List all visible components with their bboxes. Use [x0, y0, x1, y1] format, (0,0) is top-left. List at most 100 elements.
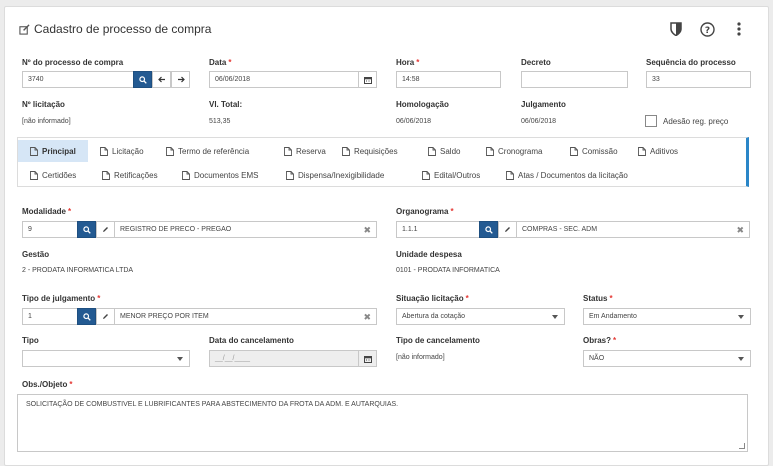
- tipo-select[interactable]: [22, 350, 190, 367]
- search-icon: [484, 225, 493, 234]
- nr-processo-input[interactable]: 3740: [22, 71, 134, 88]
- arrow-left-icon: [157, 76, 165, 83]
- svg-text:?: ?: [704, 26, 709, 36]
- organograma-desc-input[interactable]: COMPRAS - SEC. ADM ✖: [516, 221, 750, 238]
- calendar-icon: [363, 76, 372, 84]
- help-icon[interactable]: ?: [699, 21, 715, 37]
- chevron-down-icon: [552, 315, 558, 319]
- tab-r2-4[interactable]: Edital/Outros: [410, 164, 494, 186]
- shield-icon[interactable]: [668, 21, 684, 37]
- situacao-label: Situação licitação *: [396, 294, 469, 303]
- modalidade-edit-button[interactable]: [96, 221, 115, 238]
- pencil-icon: [103, 314, 108, 319]
- close-icon[interactable]: ✖: [736, 225, 744, 236]
- resize-handle[interactable]: [739, 443, 745, 449]
- tab-r2-2[interactable]: Documentos EMS: [170, 164, 274, 186]
- status-label: Status *: [583, 294, 613, 303]
- hora-input[interactable]: 14:58: [396, 71, 501, 88]
- julgamento-label: Julgamento: [521, 100, 566, 109]
- tab-label: Reserva: [296, 146, 326, 156]
- tipo-julgamento-label: Tipo de julgamento *: [22, 294, 101, 303]
- tab-label: Termo de referência: [178, 146, 250, 156]
- page-title-text: Cadastro de processo de compra: [34, 22, 212, 36]
- document-icon: [342, 146, 350, 156]
- tab-r1-0[interactable]: Principal: [18, 140, 88, 162]
- tab-r1-1[interactable]: Licitação: [88, 140, 154, 162]
- decreto-input[interactable]: [521, 71, 628, 88]
- tab-label: Requisições: [354, 146, 398, 156]
- calendar-button[interactable]: [358, 71, 377, 88]
- tipo-cancel-value: [não informado]: [396, 354, 445, 361]
- tab-label: Principal: [42, 146, 76, 156]
- close-icon[interactable]: ✖: [363, 312, 371, 323]
- status-select[interactable]: Em Andamento: [583, 308, 751, 325]
- nr-licitacao-label: Nº licitação: [22, 100, 65, 109]
- document-icon: [506, 170, 514, 180]
- sequencia-label: Sequência do processo: [646, 58, 736, 67]
- data-cancel-input[interactable]: __/__/____: [209, 350, 359, 367]
- nr-licitacao-value: [não informado]: [22, 118, 71, 125]
- obs-value: SOLICITAÇÃO DE COMBUSTIVEL E LUBRIFICANT…: [26, 401, 399, 408]
- adesao-label: Adesão reg. preço: [663, 117, 729, 126]
- chevron-down-icon: [738, 315, 744, 319]
- gestao-label: Gestão: [22, 250, 50, 259]
- tipo-julgamento-edit-button[interactable]: [96, 308, 115, 325]
- tab-r2-0[interactable]: Certidões: [18, 164, 90, 186]
- next-button[interactable]: [171, 71, 190, 88]
- unidade-label: Unidade despesa: [396, 250, 462, 259]
- search-button[interactable]: [133, 71, 152, 88]
- tab-r1-6[interactable]: Cronograma: [474, 140, 558, 162]
- tipo-julgamento-desc-input[interactable]: MENOR PREÇO POR ITEM ✖: [114, 308, 377, 325]
- modalidade-desc-input[interactable]: REGISTRO DE PRECO - PREGAO ✖: [114, 221, 377, 238]
- situacao-value: Abertura da cotação: [402, 313, 466, 320]
- tab-label: Aditivos: [650, 146, 679, 156]
- data-label: Data *: [209, 58, 232, 67]
- document-icon: [102, 170, 110, 180]
- tab-label: Retificações: [114, 170, 158, 180]
- pencil-icon: [505, 227, 510, 232]
- organograma-desc: COMPRAS - SEC. ADM: [522, 226, 598, 233]
- obras-select[interactable]: NÃO: [583, 350, 751, 367]
- search-icon: [138, 75, 147, 84]
- tipo-julgamento-search-button[interactable]: [77, 308, 96, 325]
- prev-button[interactable]: [152, 71, 171, 88]
- adesao-checkbox[interactable]: [645, 115, 657, 127]
- obs-textarea[interactable]: SOLICITAÇÃO DE COMBUSTIVEL E LUBRIFICANT…: [17, 394, 748, 452]
- organograma-label: Organograma *: [396, 207, 454, 216]
- tab-r1-7[interactable]: Comissão: [558, 140, 626, 162]
- tab-r1-4[interactable]: Requisições: [330, 140, 416, 162]
- tab-label: Licitação: [112, 146, 144, 156]
- situacao-select[interactable]: Abertura da cotação: [396, 308, 565, 325]
- vl-total-value: 513,35: [209, 118, 231, 125]
- tab-label: Edital/Outros: [434, 170, 481, 180]
- obras-value: NÃO: [589, 355, 605, 362]
- sequencia-input[interactable]: 33: [646, 71, 751, 88]
- data-cancel-calendar-button[interactable]: [358, 350, 377, 367]
- tab-r2-3[interactable]: Dispensa/Inexigibilidade: [274, 164, 410, 186]
- chevron-down-icon: [177, 357, 183, 361]
- modalidade-search-button[interactable]: [77, 221, 96, 238]
- tab-r1-3[interactable]: Reserva: [272, 140, 330, 162]
- more-vertical-icon[interactable]: [731, 21, 747, 37]
- organograma-edit-button[interactable]: [498, 221, 517, 238]
- tab-r1-5[interactable]: Saldo: [416, 140, 474, 162]
- tab-r1-8[interactable]: Aditivos: [626, 140, 692, 162]
- tipo-julgamento-code-input[interactable]: 1: [22, 308, 78, 325]
- tab-r2-5[interactable]: Atas / Documentos da licitação: [494, 164, 642, 186]
- modalidade-code-input[interactable]: 9: [22, 221, 78, 238]
- document-icon: [422, 170, 430, 180]
- tipo-cancel-label: Tipo de cancelamento: [396, 336, 480, 345]
- tab-r1-2[interactable]: Termo de referência: [154, 140, 272, 162]
- organograma-search-button[interactable]: [479, 221, 498, 238]
- tipo-label: Tipo: [22, 336, 39, 345]
- organograma-code-input[interactable]: 1.1.1: [396, 221, 480, 238]
- tab-r2-1[interactable]: Retificações: [90, 164, 170, 186]
- close-icon[interactable]: ✖: [363, 225, 371, 236]
- page-title: Cadastro de processo de compra: [19, 22, 211, 36]
- document-icon: [30, 146, 38, 156]
- decreto-label: Decreto: [521, 58, 551, 67]
- nr-processo-label: Nº do processo de compra: [22, 58, 124, 67]
- edit-icon: [19, 23, 30, 35]
- document-icon: [30, 170, 38, 180]
- data-input[interactable]: 06/06/2018: [209, 71, 359, 88]
